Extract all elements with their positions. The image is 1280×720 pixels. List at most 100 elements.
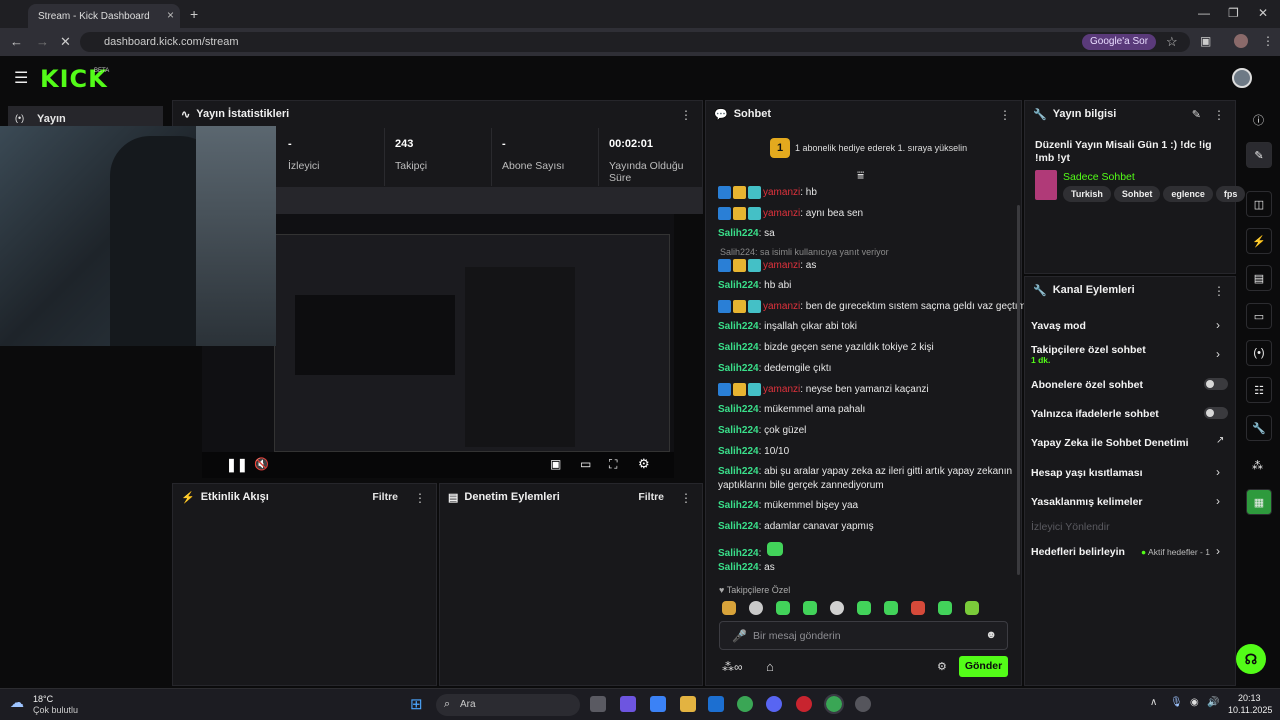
obs-icon[interactable] [855,696,871,712]
clip-icon[interactable]: ◫ [1246,191,1272,217]
minimize-icon[interactable]: — [1198,6,1210,20]
user-avatar[interactable] [1232,68,1252,88]
layout-icon[interactable]: ☷ [1246,377,1272,403]
pinned-toggle-icon[interactable]: ⩸ [857,168,864,183]
moderation-more-icon[interactable]: ⋮ [680,491,692,505]
chat-message[interactable]: Salih224: hb abi [718,280,791,291]
weather-temp[interactable]: 18°C [33,694,53,704]
chevron-right-icon[interactable]: › [1216,347,1220,361]
chat-bubble-icon[interactable]: ▭ [1246,303,1272,329]
chevron-right-icon[interactable]: › [1216,318,1220,332]
maximize-icon[interactable]: ❐ [1228,6,1239,20]
tray-chevron-icon[interactable]: ∧ [1150,697,1157,708]
subscribers-only-toggle[interactable] [1204,378,1228,390]
goals-item[interactable]: Hedefleri belirleyin [1031,546,1125,558]
pause-icon[interactable]: ❚❚ [226,457,248,473]
stream-info-more-icon[interactable]: ⋮ [1213,108,1225,122]
clock-date[interactable]: 10.11.2025 [1228,705,1272,715]
discord-icon[interactable] [766,696,782,712]
weather-icon[interactable]: ☁ [10,694,24,711]
back-icon[interactable]: ← [10,34,23,49]
emotes-only-toggle[interactable] [1204,407,1228,419]
emote-icon[interactable] [722,601,736,615]
chat-message[interactable]: Salih224: çok güzel [718,425,806,436]
browser-tab[interactable]: Stream - Kick Dashboard × [28,4,180,28]
clock-time[interactable]: 20:13 [1238,693,1261,703]
kick-app-icon[interactable]: ▦ [1246,489,1272,515]
file-explorer-icon[interactable] [680,696,696,712]
app-red-icon[interactable] [796,696,812,712]
emote-icon[interactable] [749,601,763,615]
lightning-icon[interactable]: ⚡ [1246,228,1272,254]
chat-scrollbar[interactable] [1017,205,1020,575]
slow-mode-item[interactable]: Yavaş mod [1031,320,1086,332]
chat-message[interactable]: yamanzi: aynı bea sen [718,207,863,220]
send-button[interactable]: Gönder [959,656,1008,677]
pip-icon[interactable]: ▣ [550,457,561,471]
tools-icon[interactable]: 🔧 [1246,415,1272,441]
emote-icon[interactable] [965,601,979,615]
chevron-right-icon[interactable]: › [1216,494,1220,508]
new-tab-icon[interactable]: + [190,6,198,22]
banned-words-item[interactable]: Yasaklanmış kelimeler [1031,496,1143,508]
chat-message[interactable]: Salih224: as [718,562,775,573]
chat-message[interactable]: Salih224: adamlar canavar yapmış [718,521,874,532]
emote-icon[interactable] [776,601,790,615]
mute-icon[interactable]: 🔇 [254,457,269,471]
emoji-icon[interactable]: ☻ [985,629,997,641]
chat-more-icon[interactable]: ⋮ [999,108,1011,122]
external-link-icon[interactable]: ↗ [1216,435,1224,446]
live-icon[interactable]: (•) [1246,340,1272,366]
tag-chip[interactable]: Turkish [1063,186,1111,202]
tag-chip[interactable]: Sohbet [1113,186,1161,202]
ai-moderation-item[interactable]: Yapay Zeka ile Sohbet Denetimi [1031,437,1189,449]
url-field[interactable]: dashboard.kick.com/stream [80,32,1190,52]
theater-icon[interactable]: ▭ [580,457,591,471]
emote-icon[interactable] [884,601,898,615]
stop-icon[interactable]: ✕ [60,34,71,50]
windows-start-icon[interactable]: ⊞ [410,695,423,713]
emote-icon[interactable] [938,601,952,615]
chat-message[interactable]: yamanzi: neyse ben yamanzi kaçanzi [718,383,929,396]
edit-pencil-icon[interactable]: ✎ [1192,108,1201,121]
chat-message[interactable]: yamanzi: ben de gırecektım sıstem saçma … [718,300,1026,313]
chat-message[interactable]: Salih224: mükemmel bişey yaa [718,500,858,511]
volume-icon[interactable]: 🔊 [1207,697,1219,708]
category-thumbnail[interactable] [1035,170,1057,200]
gift-leaderboard-text[interactable]: 1 abonelik hediye ederek 1. sıraya yükse… [795,143,967,153]
activity-more-icon[interactable]: ⋮ [414,491,426,505]
chat-message[interactable]: Salih224: sa [718,228,775,239]
chat-input[interactable]: 🎤 Bir mesaj gönderin ☻ [719,621,1008,650]
task-view-icon[interactable] [590,696,606,712]
activity-filter-button[interactable]: Filtre [372,491,398,503]
emote-icon[interactable] [803,601,817,615]
copilot-icon[interactable] [620,696,636,712]
category-link[interactable]: Sadece Sohbet [1063,171,1135,183]
hamburger-menu-icon[interactable]: ☰ [14,68,28,88]
chevron-right-icon[interactable]: › [1216,544,1220,558]
channel-actions-more-icon[interactable]: ⋮ [1213,284,1225,298]
browser-menu-icon[interactable]: ⋮ [1262,34,1274,48]
chat-message[interactable]: Salih224: abi şu aralar yapay zeka az il… [718,466,1012,477]
settings-gear-icon[interactable]: ⚙ [638,456,650,472]
taskbar-search[interactable]: ⌕ Ara [436,694,580,716]
pencil-icon[interactable]: ✎ [1246,142,1272,168]
network-icon[interactable]: ◉ [1190,697,1199,708]
tag-chip[interactable]: fps [1215,186,1246,202]
close-window-icon[interactable]: ✕ [1258,6,1268,20]
nodes-icon[interactable]: ⁂ [1252,459,1263,472]
outlook-icon[interactable] [708,696,724,712]
emote-icon[interactable] [911,601,925,615]
moderation-filter-button[interactable]: Filtre [638,491,664,503]
chat-message[interactable]: Salih224: mükemmel ama pahalı [718,404,865,415]
chat-message[interactable]: Salih224: dedemgile çıktı [718,363,831,374]
google-sor-button[interactable]: Google'a Sor [1082,34,1157,50]
account-age-item[interactable]: Hesap yaşı kısıtlaması [1031,467,1143,479]
support-headset-icon[interactable]: ☊ [1236,644,1266,674]
tab-close-icon[interactable]: × [167,8,174,22]
chat-message[interactable]: Salih224: [718,542,796,559]
bookmark-star-icon[interactable]: ☆ [1166,34,1178,50]
emote-icon[interactable] [830,601,844,615]
fullscreen-icon[interactable]: ⛶ [609,457,617,472]
tag-chip[interactable]: eglence [1163,186,1213,202]
